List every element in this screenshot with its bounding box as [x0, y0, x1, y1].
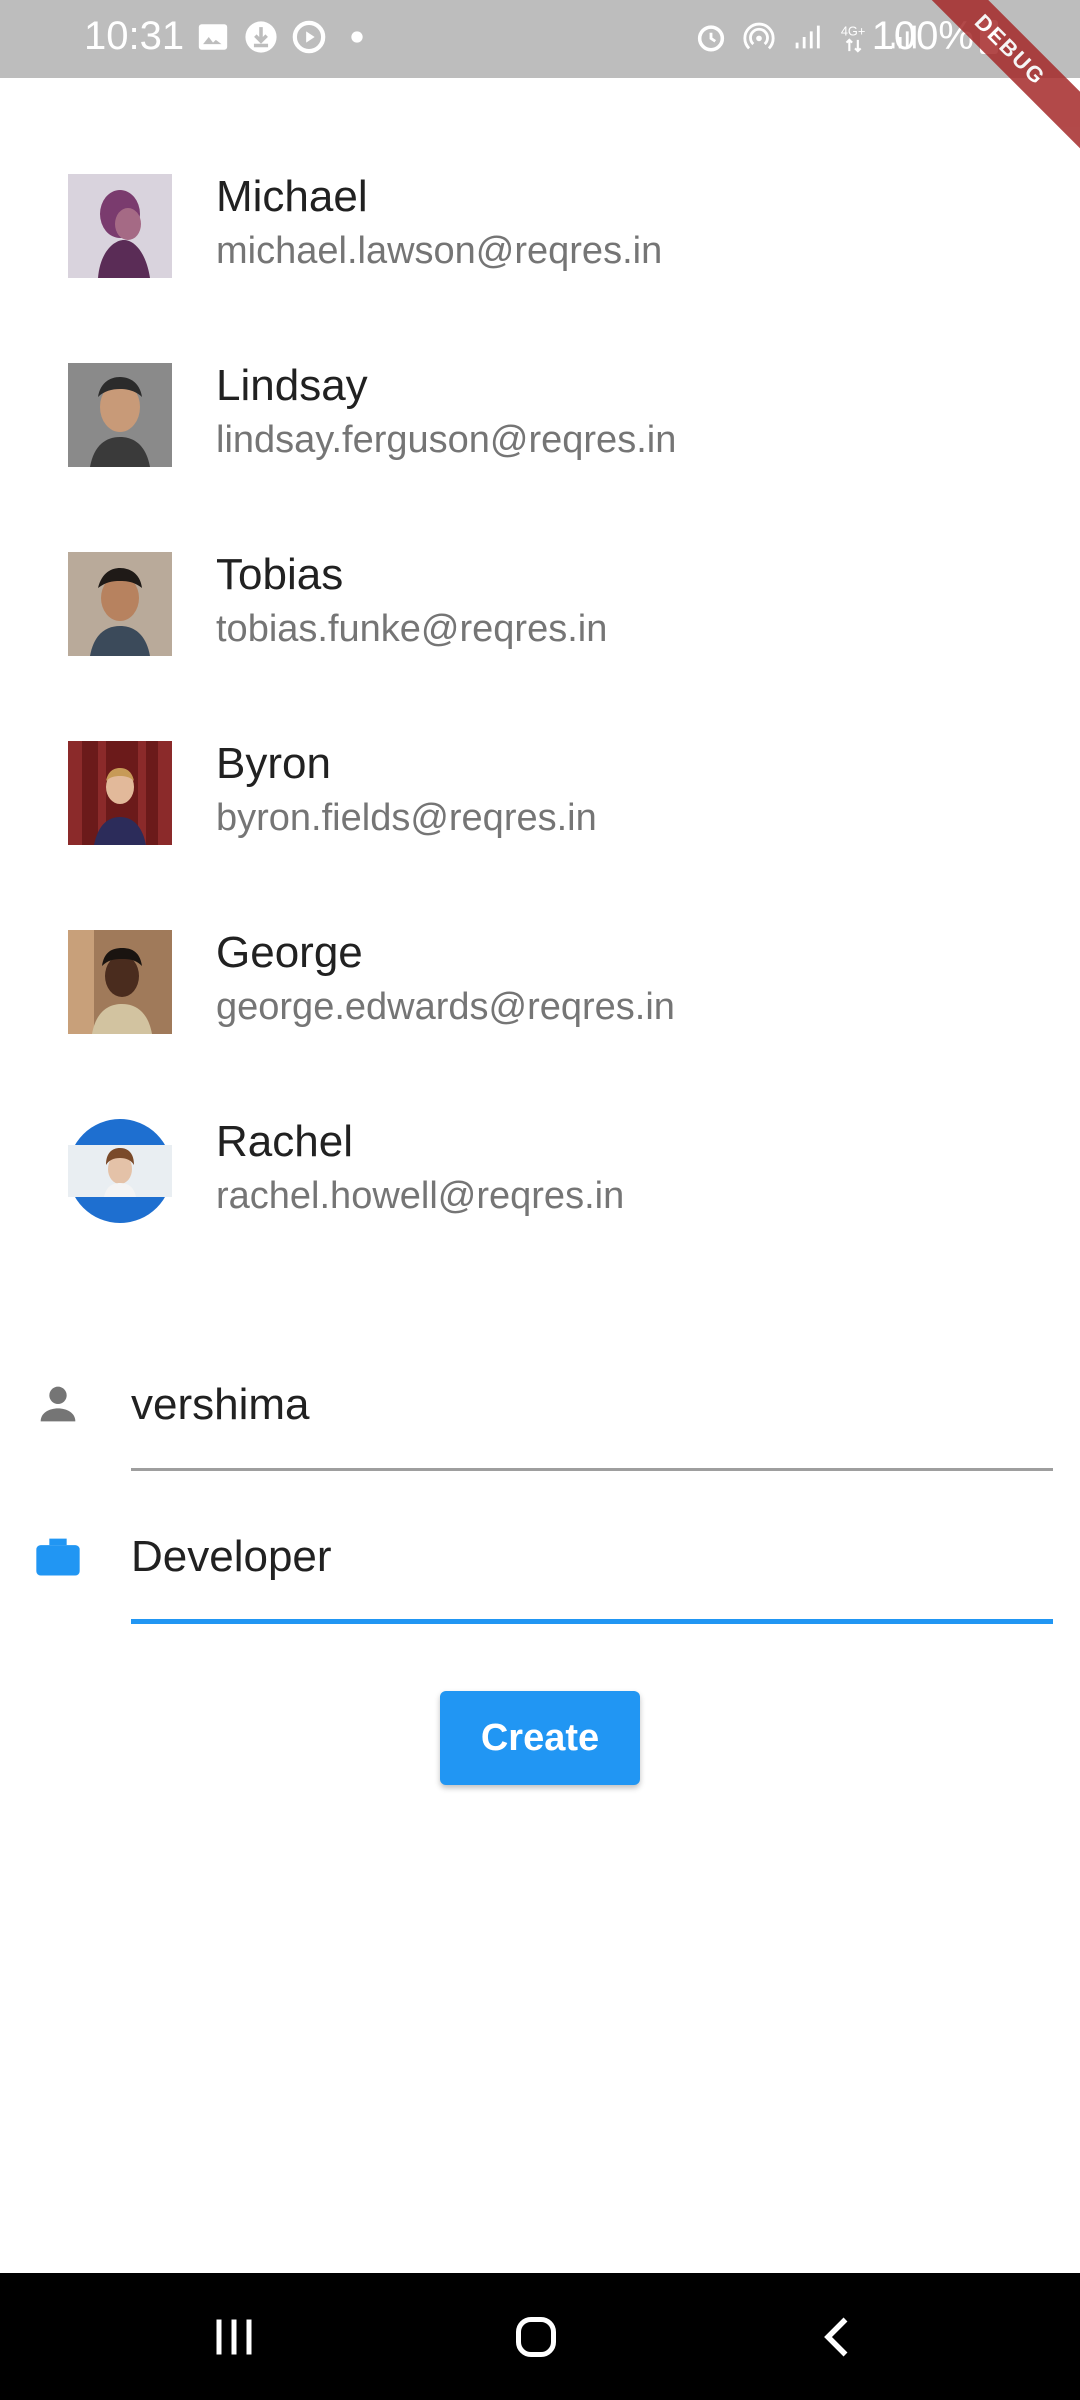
home-icon — [516, 2316, 556, 2357]
user-name: George — [216, 928, 363, 977]
name-input-underline — [131, 1468, 1053, 1471]
avatar — [68, 930, 172, 1034]
media-icon — [292, 20, 326, 54]
user-name: Tobias — [216, 550, 344, 599]
avatar — [68, 174, 172, 278]
avatar — [68, 552, 172, 656]
back-button[interactable] — [758, 2273, 918, 2400]
user-email: rachel.howell@reqres.in — [216, 1175, 625, 1217]
user-name: Rachel — [216, 1117, 353, 1166]
status-time: 10:31 — [84, 14, 185, 58]
user-name: Michael — [216, 172, 368, 221]
avatar — [68, 363, 172, 467]
alarm-icon — [697, 25, 725, 52]
list-item[interactable]: Byron byron.fields@reqres.in — [0, 645, 1080, 845]
recent-apps-button[interactable] — [154, 2273, 314, 2400]
download-icon — [245, 21, 277, 53]
list-item[interactable]: Lindsay lindsay.ferguson@reqres.in — [0, 267, 1080, 467]
list-item[interactable]: Michael michael.lawson@reqres.in — [0, 78, 1080, 278]
job-input[interactable] — [131, 1527, 1053, 1587]
briefcase-icon — [36, 1538, 80, 1576]
back-icon — [824, 2317, 848, 2356]
svg-text:4G+: 4G+ — [841, 24, 865, 39]
status-bar: 10:31 4G+ 100% — [0, 0, 1080, 78]
job-input-underline — [131, 1619, 1053, 1624]
list-item[interactable]: George george.edwards@reqres.in — [0, 834, 1080, 1034]
name-input[interactable] — [131, 1375, 1053, 1435]
recent-apps-icon — [216, 2319, 252, 2354]
home-button[interactable] — [456, 2273, 616, 2400]
list-item[interactable]: Tobias tobias.funke@reqres.in — [0, 456, 1080, 656]
list-item[interactable]: Rachel rachel.howell@reqres.in — [0, 1023, 1080, 1223]
signal-icon — [795, 25, 820, 49]
lte-icon: 4G+ — [841, 24, 865, 53]
user-name: Lindsay — [216, 361, 368, 410]
person-icon — [40, 1386, 76, 1422]
avatar — [68, 1119, 172, 1223]
hotspot-icon — [743, 22, 775, 50]
status-notification-icons — [196, 20, 374, 54]
image-icon — [198, 24, 228, 50]
user-name: Byron — [216, 739, 331, 788]
create-button[interactable]: Create — [440, 1691, 640, 1785]
navigation-bar — [0, 2273, 1080, 2400]
dot-icon — [351, 31, 363, 43]
avatar — [68, 741, 172, 845]
